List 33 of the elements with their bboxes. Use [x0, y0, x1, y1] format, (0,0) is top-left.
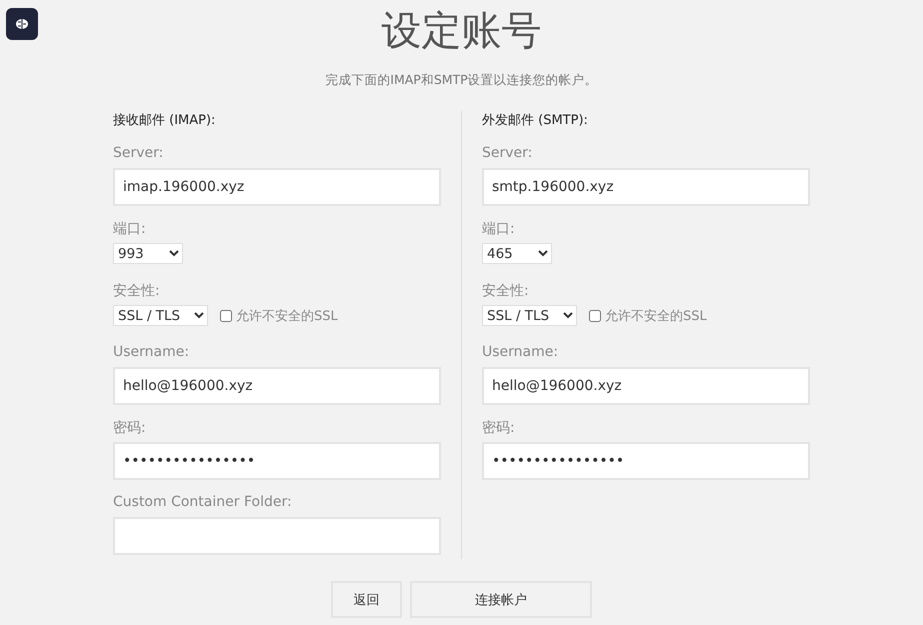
field-label: 密码:: [113, 419, 146, 437]
input-field[interactable]: imap.196000.xyz: [113, 168, 441, 206]
brain-icon[interactable]: [6, 8, 38, 40]
checkbox[interactable]: [589, 310, 601, 322]
back-button[interactable]: 返回: [331, 581, 402, 618]
field-label: Username:: [113, 344, 190, 362]
field-label: Server:: [482, 145, 532, 163]
input-field[interactable]: ••••••••••••••••: [482, 442, 810, 480]
field-label: 安全性:: [113, 282, 160, 300]
field-label: 密码:: [482, 419, 515, 437]
checkbox-label: 允许不安全的SSL: [236, 308, 338, 324]
section-heading: 接收邮件 (IMAP):: [113, 112, 216, 130]
connect-button[interactable]: 连接帐户: [410, 581, 592, 618]
field-label: Username:: [482, 344, 558, 362]
field-label: Custom Container Folder:: [113, 494, 292, 512]
checkbox-label: 允许不安全的SSL: [605, 308, 707, 324]
port-select[interactable]: 993: [113, 243, 183, 264]
input-field[interactable]: ••••••••••••••••: [113, 442, 441, 480]
input-field[interactable]: [113, 517, 441, 555]
section-heading: 外发邮件 (SMTP):: [482, 112, 589, 130]
field-label: 端口:: [482, 220, 515, 238]
subtitle: 完成下面的IMAP和SMTP设置以连接您的帐户。: [324, 72, 599, 89]
checkbox[interactable]: [220, 310, 232, 322]
field-label: 端口:: [113, 220, 146, 238]
field-label: 安全性:: [482, 282, 529, 300]
input-field[interactable]: hello@196000.xyz: [113, 367, 441, 405]
security-select[interactable]: SSL / TLS: [113, 305, 208, 326]
security-select[interactable]: SSL / TLS: [482, 305, 577, 326]
input-field[interactable]: hello@196000.xyz: [482, 367, 810, 405]
field-label: Server:: [113, 145, 164, 163]
page-title: 设定账号: [382, 7, 542, 56]
port-select[interactable]: 465: [482, 243, 552, 264]
input-field[interactable]: smtp.196000.xyz: [482, 168, 810, 206]
